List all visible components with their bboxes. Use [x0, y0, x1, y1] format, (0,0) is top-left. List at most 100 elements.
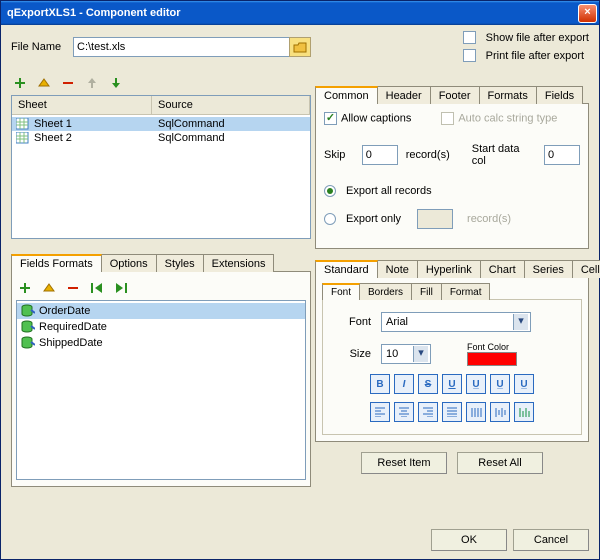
- expand-left-icon[interactable]: [88, 279, 106, 297]
- skip-input[interactable]: [362, 145, 398, 165]
- tab-hyperlink[interactable]: Hyperlink: [417, 260, 481, 278]
- remove-icon[interactable]: [64, 279, 82, 297]
- db-field-icon: [21, 336, 35, 350]
- sheet-source: SqlCommand: [158, 132, 225, 144]
- font-value: Arial: [386, 316, 408, 328]
- tab-standard[interactable]: Standard: [315, 260, 378, 278]
- show-after-export-label: Show file after export: [486, 32, 589, 44]
- export-only-label: Export only: [346, 213, 401, 225]
- filename-label: File Name: [11, 41, 67, 53]
- valign-top-button[interactable]: [466, 402, 486, 422]
- export-only-input: [417, 209, 453, 229]
- underline3-button[interactable]: U̲: [490, 374, 510, 394]
- tab-fill[interactable]: Fill: [411, 283, 442, 300]
- allow-captions-label: Allow captions: [341, 112, 411, 124]
- sheet-row[interactable]: Sheet 2 SqlCommand: [12, 131, 310, 145]
- underline-button[interactable]: U: [442, 374, 462, 394]
- sheet-list[interactable]: Sheet Source Sheet 1 SqlCommand Sheet 2 …: [11, 95, 311, 239]
- font-select[interactable]: Arial ▾: [381, 312, 531, 332]
- auto-calc-checkbox: [441, 112, 454, 125]
- tab-fields-formats[interactable]: Fields Formats: [11, 254, 102, 272]
- underline2-button[interactable]: U̲: [466, 374, 486, 394]
- records-label: record(s): [406, 149, 450, 161]
- tab-header[interactable]: Header: [377, 86, 431, 104]
- tab-format[interactable]: Format: [441, 283, 491, 300]
- tab-fields[interactable]: Fields: [536, 86, 583, 104]
- start-col-input[interactable]: [544, 145, 580, 165]
- add-icon[interactable]: [11, 74, 29, 92]
- up-yellow-icon[interactable]: [40, 279, 58, 297]
- move-up-icon[interactable]: [83, 74, 101, 92]
- italic-button[interactable]: I: [394, 374, 414, 394]
- export-only-radio[interactable]: [324, 213, 336, 225]
- col-sheet[interactable]: Sheet: [12, 96, 152, 114]
- export-all-radio[interactable]: [324, 185, 336, 197]
- size-select[interactable]: 10 ▾: [381, 344, 431, 364]
- field-name: OrderDate: [39, 305, 90, 317]
- ok-button[interactable]: OK: [431, 529, 507, 551]
- field-list[interactable]: OrderDate RequiredDate ShippedDate: [16, 300, 306, 480]
- field-row[interactable]: RequiredDate: [17, 319, 305, 335]
- print-after-export-checkbox[interactable]: [463, 49, 476, 62]
- sheet-name: Sheet 1: [34, 118, 158, 130]
- align-left-button[interactable]: [370, 402, 390, 422]
- tab-chart[interactable]: Chart: [480, 260, 525, 278]
- allow-captions-checkbox[interactable]: ✓: [324, 112, 337, 125]
- align-right-button[interactable]: [418, 402, 438, 422]
- remove-icon[interactable]: [59, 74, 77, 92]
- up-yellow-icon[interactable]: [35, 74, 53, 92]
- field-row[interactable]: ShippedDate: [17, 335, 305, 351]
- valign-bottom-button[interactable]: [514, 402, 534, 422]
- sheet-name: Sheet 2: [34, 132, 158, 144]
- col-source[interactable]: Source: [152, 96, 310, 114]
- chevron-down-icon: ▾: [513, 314, 528, 330]
- tab-font[interactable]: Font: [322, 283, 360, 300]
- sheet-row[interactable]: Sheet 1 SqlCommand: [12, 117, 310, 131]
- font-color-swatch[interactable]: [467, 352, 517, 366]
- show-after-export-checkbox[interactable]: [463, 31, 476, 44]
- field-row[interactable]: OrderDate: [17, 303, 305, 319]
- size-value: 10: [386, 348, 398, 360]
- add-icon[interactable]: [16, 279, 34, 297]
- tab-series[interactable]: Series: [524, 260, 573, 278]
- move-down-icon[interactable]: [107, 74, 125, 92]
- db-field-icon: [21, 304, 35, 318]
- close-icon[interactable]: ×: [578, 4, 597, 23]
- reset-item-button[interactable]: Reset Item: [361, 452, 447, 474]
- expand-right-icon[interactable]: [112, 279, 130, 297]
- tab-styles[interactable]: Styles: [156, 254, 204, 272]
- reset-all-button[interactable]: Reset All: [457, 452, 543, 474]
- font-color-label: Font Color: [467, 342, 517, 352]
- skip-label: Skip: [324, 149, 354, 161]
- filename-input[interactable]: [73, 37, 290, 57]
- align-center-button[interactable]: [394, 402, 414, 422]
- font-label: Font: [331, 316, 371, 328]
- tab-footer[interactable]: Footer: [430, 86, 480, 104]
- component-editor-window: qExportXLS1 - Component editor × File Na…: [0, 0, 600, 560]
- chevron-down-icon: ▾: [413, 346, 428, 362]
- db-field-icon: [21, 320, 35, 334]
- start-col-label: Start data col: [472, 143, 536, 167]
- window-title: qExportXLS1 - Component editor: [7, 7, 578, 19]
- tab-common[interactable]: Common: [315, 86, 378, 104]
- align-justify-button[interactable]: [442, 402, 462, 422]
- size-label: Size: [331, 348, 371, 360]
- tab-formats[interactable]: Formats: [479, 86, 537, 104]
- tab-borders[interactable]: Borders: [359, 283, 412, 300]
- sheet-source: SqlCommand: [158, 118, 225, 130]
- field-name: RequiredDate: [39, 321, 107, 333]
- tab-options[interactable]: Options: [101, 254, 157, 272]
- strike-button[interactable]: S: [418, 374, 438, 394]
- bold-button[interactable]: B: [370, 374, 390, 394]
- cancel-button[interactable]: Cancel: [513, 529, 589, 551]
- print-after-export-label: Print file after export: [486, 50, 584, 62]
- underline4-button[interactable]: U̲: [514, 374, 534, 394]
- sheet-icon: [16, 132, 30, 144]
- field-name: ShippedDate: [39, 337, 103, 349]
- browse-folder-icon[interactable]: [289, 37, 311, 57]
- tab-cell[interactable]: Cell: [572, 260, 600, 278]
- tab-extensions[interactable]: Extensions: [203, 254, 275, 272]
- valign-middle-button[interactable]: [490, 402, 510, 422]
- tab-note[interactable]: Note: [377, 260, 418, 278]
- titlebar[interactable]: qExportXLS1 - Component editor ×: [1, 1, 599, 25]
